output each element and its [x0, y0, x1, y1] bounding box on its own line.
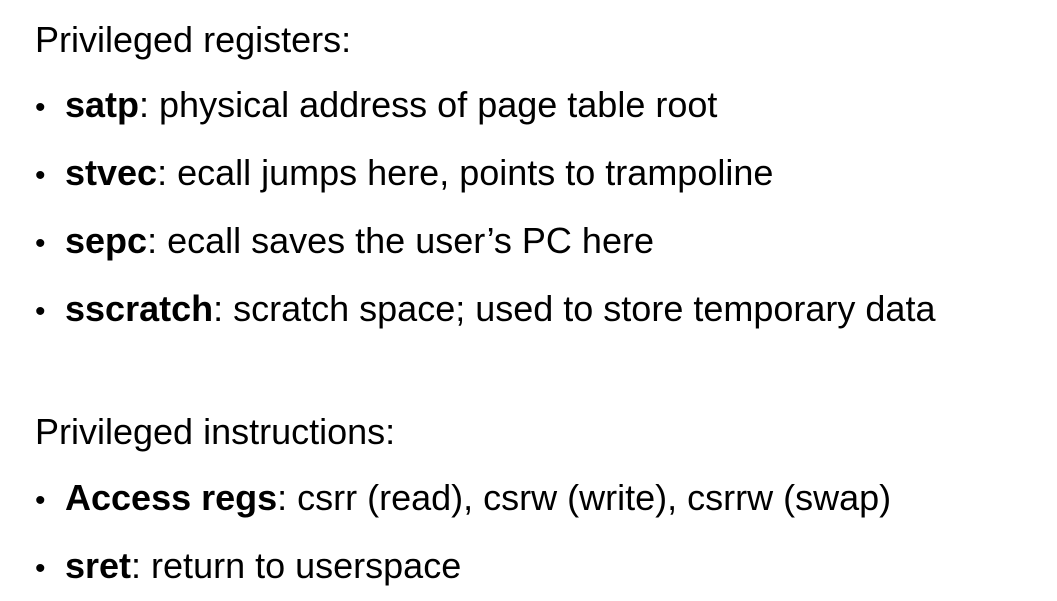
bullet-icon: • — [35, 552, 46, 585]
bullet-icon: • — [35, 227, 46, 260]
list-item-stvec: • stvec: ecall jumps here, points to tra… — [35, 140, 935, 208]
description-sret: : return to userspace — [131, 545, 462, 586]
slide: Privileged registers: • satp: physical a… — [0, 0, 1057, 598]
list-item-sepc: • sepc: ecall saves the user’s PC here — [35, 208, 935, 276]
list-item-satp: • satp: physical address of page table r… — [35, 72, 935, 140]
privileged-registers-heading: Privileged registers: — [35, 19, 352, 60]
privileged-instructions-list: • Access regs: csrr (read), csrw (write)… — [35, 465, 891, 601]
bullet-icon: • — [35, 295, 46, 328]
description-stvec: : ecall jumps here, points to trampoline — [157, 152, 774, 193]
term-sret: sret — [65, 545, 132, 586]
description-sepc: : ecall saves the user’s PC here — [147, 220, 654, 261]
list-item-access-regs: • Access regs: csrr (read), csrw (write)… — [35, 465, 891, 533]
term-stvec: stvec — [65, 152, 158, 193]
privileged-registers-list: • satp: physical address of page table r… — [35, 72, 935, 344]
term-sscratch: sscratch — [65, 288, 214, 329]
description-sscratch: : scratch space; used to store temporary… — [213, 288, 936, 329]
term-sepc: sepc — [65, 220, 148, 261]
description-satp: : physical address of page table root — [139, 84, 718, 125]
term-satp: satp — [65, 84, 140, 125]
term-access-regs: Access regs — [65, 477, 278, 518]
description-access-regs: : csrr (read), csrw (write), csrrw (swap… — [277, 477, 892, 518]
list-item-sscratch: • sscratch: scratch space; used to store… — [35, 276, 935, 344]
bullet-icon: • — [35, 484, 46, 517]
bullet-icon: • — [35, 159, 46, 192]
bullet-icon: • — [35, 91, 46, 124]
list-item-sret: • sret: return to userspace — [35, 533, 891, 601]
privileged-instructions-heading: Privileged instructions: — [35, 411, 396, 452]
